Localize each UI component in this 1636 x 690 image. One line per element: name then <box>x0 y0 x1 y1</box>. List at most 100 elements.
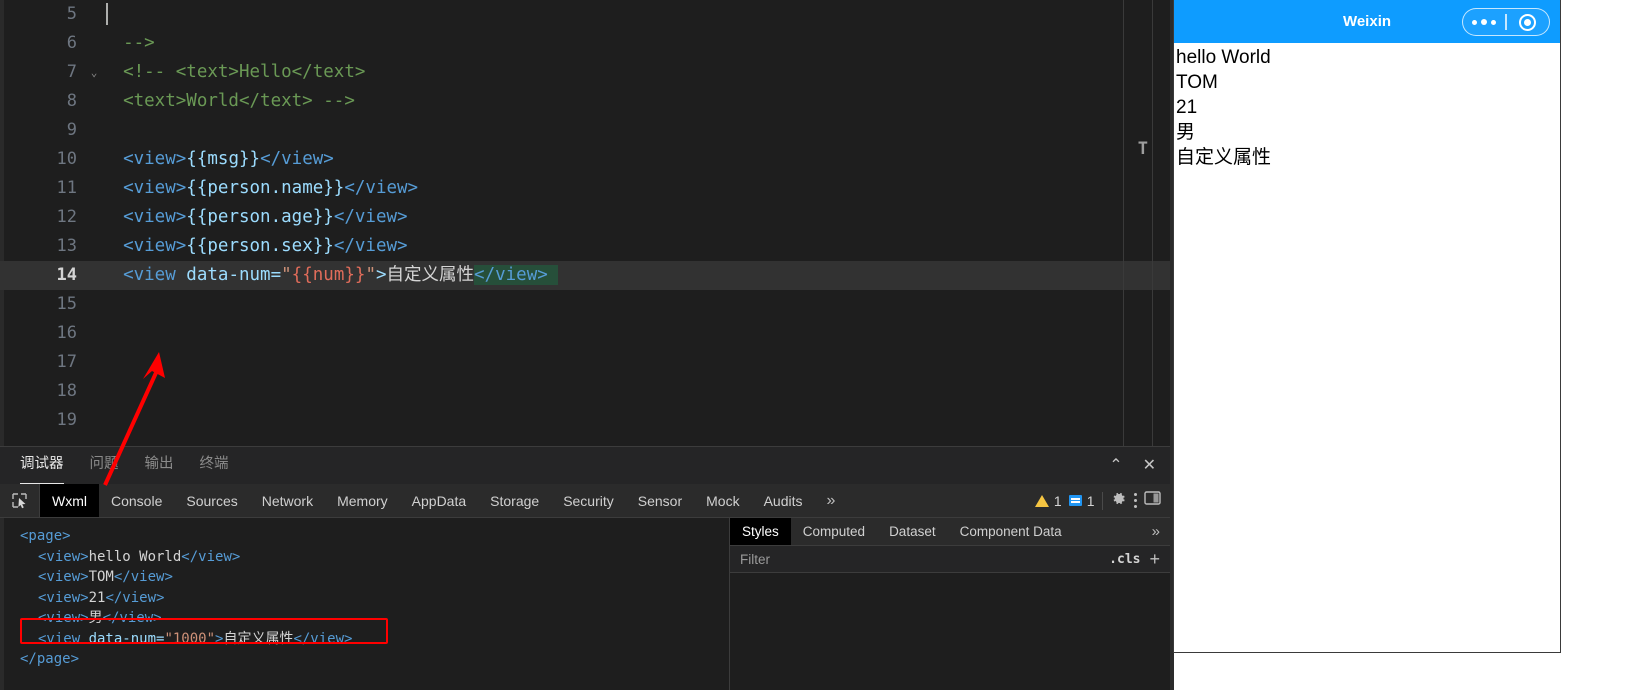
editor-line[interactable]: 9 <box>0 116 1170 145</box>
devtools-tab-memory[interactable]: Memory <box>325 484 400 517</box>
devtools-tab-wxml[interactable]: Wxml <box>40 484 99 517</box>
editor-line[interactable]: 14 <view data-num="{{num}}">自定义属性</view> <box>0 261 1170 290</box>
wxml-tree-node[interactable]: <view data-num="1000">自定义属性</view> <box>8 629 729 650</box>
editor-line-number: 16 <box>56 323 77 343</box>
editor-line[interactable]: 17 <box>0 348 1170 377</box>
styles-overflow-icon[interactable]: » <box>1142 518 1170 545</box>
wxml-tree-node[interactable]: <view>hello World</view> <box>8 547 729 568</box>
devtools-tab-mock[interactable]: Mock <box>694 484 751 517</box>
panel-tab-debugger[interactable]: 调试器 <box>20 449 64 485</box>
devtools-overflow-icon[interactable]: » <box>815 484 848 517</box>
more-dots-icon[interactable] <box>1463 18 1505 26</box>
code-editor[interactable]: 5 6 --> 7 ⌄ <!-- <text>Hello</text> 8 <text>… <box>0 0 1170 446</box>
wxml-tree-node[interactable]: <page> <box>8 526 729 547</box>
editor-line[interactable]: 5 <box>0 0 1170 29</box>
panel-actions: ⌃ ✕ <box>1109 447 1156 485</box>
kebab-menu-icon[interactable] <box>1133 492 1137 509</box>
debugger-panel-titlebar: 调试器 问题 输出 终端 ⌃ ✕ <box>0 446 1170 485</box>
editor-line-number: 14 <box>56 265 77 285</box>
editor-line[interactable]: 6 --> <box>0 29 1170 58</box>
new-style-rule-button[interactable]: + <box>1149 550 1170 568</box>
editor-code-area[interactable]: 5 6 --> 7 ⌄ <!-- <text>Hello</text> 8 <text>… <box>0 0 1170 435</box>
editor-line[interactable]: 18 <box>0 377 1170 406</box>
styles-filter-input[interactable] <box>730 551 1101 567</box>
left-column: 5 6 --> 7 ⌄ <!-- <text>Hello</text> 8 <text>… <box>0 0 1170 690</box>
panel-tab-output[interactable]: 输出 <box>145 449 174 483</box>
panel-tab-problems[interactable]: 问题 <box>90 449 119 483</box>
editor-line-number: 12 <box>56 207 77 227</box>
styles-filter-bar: .cls + <box>730 546 1170 573</box>
styles-tab-component-data[interactable]: Component Data <box>948 518 1074 545</box>
editor-overview-marker: T <box>1137 139 1148 159</box>
messages-badge[interactable]: 1 <box>1068 492 1095 509</box>
editor-line-text: <view data-num="{{num}}">自定义属性</view> <box>102 261 559 290</box>
editor-line-number: 15 <box>56 294 77 314</box>
toggle-class-button[interactable]: .cls <box>1100 552 1149 567</box>
devtools-body: <page> <view>hello World</view> <view>TOM<… <box>0 518 1170 690</box>
simulator-view-line: hello World <box>1176 47 1271 68</box>
devtools-tab-sources[interactable]: Sources <box>174 484 249 517</box>
devtools-tabbar: Wxml Console Sources Network Memory AppData St… <box>0 484 1170 518</box>
simulator-column: Weixin hello World TOM 21 男自定义属性 <box>1170 0 1636 690</box>
target-circle-icon[interactable] <box>1507 13 1549 31</box>
editor-line-number: 18 <box>56 381 77 401</box>
wxml-tree-node[interactable]: <view>男</view> <box>8 608 729 629</box>
devtools-tab-console[interactable]: Console <box>99 484 174 517</box>
gear-icon[interactable] <box>1110 490 1127 512</box>
warning-triangle-icon <box>1034 494 1049 507</box>
inspect-element-icon[interactable] <box>0 484 40 517</box>
wxml-tree-node[interactable]: <view>21</view> <box>8 588 729 609</box>
styles-tab-dataset[interactable]: Dataset <box>877 518 948 545</box>
styles-pane: StylesComputedDatasetComponent Data » .c… <box>730 518 1170 690</box>
devtools-tab-sensor[interactable]: Sensor <box>626 484 694 517</box>
dock-side-icon[interactable] <box>1144 490 1162 511</box>
simulator-screen: hello World TOM 21 男自定义属性 <box>1174 43 1560 652</box>
wxml-tree-node[interactable]: <view>TOM</view> <box>8 567 729 588</box>
devtools-tab-storage[interactable]: Storage <box>478 484 551 517</box>
devtools-tab-appdata[interactable]: AppData <box>400 484 478 517</box>
panel-tab-terminal[interactable]: 终端 <box>200 449 229 483</box>
wxml-tree-node[interactable]: </page> <box>8 649 729 670</box>
devtools-right-actions: 1 1 <box>1034 484 1170 517</box>
wxml-tree-pane[interactable]: <page> <view>hello World</view> <view>TOM<… <box>0 518 730 690</box>
editor-line-text: <view>{{person.name}}</view> <box>123 178 419 198</box>
editor-line-text: <text>World</text> --> <box>102 91 355 111</box>
editor-line-number: 10 <box>56 149 77 169</box>
warnings-count: 1 <box>1053 492 1062 509</box>
editor-line-number: 17 <box>56 352 77 372</box>
chevron-up-icon[interactable]: ⌃ <box>1109 458 1122 474</box>
editor-line-number: 7 <box>66 62 77 82</box>
editor-line[interactable]: 7 ⌄ <!-- <text>Hello</text> <box>0 58 1170 87</box>
capsule-button-group[interactable] <box>1462 8 1550 36</box>
devtools-tab-security[interactable]: Security <box>551 484 626 517</box>
editor-line-text: <view>{{person.sex}}</view> <box>123 236 408 256</box>
editor-line-number: 13 <box>56 236 77 256</box>
editor-line[interactable]: 8 <text>World</text> --> <box>0 87 1170 116</box>
editor-vertical-rule-2 <box>1152 0 1153 446</box>
editor-line[interactable]: 10 <view>{{msg}}</view> <box>0 145 1170 174</box>
editor-line[interactable]: 19 <box>0 406 1170 435</box>
simulator-bottom-strip <box>1174 652 1636 690</box>
simulator-view-line: 男 <box>1176 122 1196 143</box>
editor-line[interactable]: 12 <view>{{person.age}}</view> <box>0 203 1170 232</box>
editor-line-text: <view>{{person.age}}</view> <box>123 207 408 227</box>
devtools-tab-network[interactable]: Network <box>250 484 325 517</box>
fold-chevron-icon[interactable]: ⌄ <box>86 58 102 87</box>
editor-line[interactable]: 11 <view>{{person.name}}</view> <box>0 174 1170 203</box>
editor-line[interactable]: 15 <box>0 290 1170 319</box>
simulator-view-line: TOM <box>1176 72 1218 93</box>
simulator-device: Weixin hello World TOM 21 男自定义属性 <box>1174 0 1560 652</box>
devtools-tab-audits[interactable]: Audits <box>752 484 815 517</box>
simulator-view-line: 自定义属性 <box>1176 147 1272 168</box>
wechat-devtools-window: 5 6 --> 7 ⌄ <!-- <text>Hello</text> 8 <text>… <box>0 0 1636 690</box>
styles-tab-computed[interactable]: Computed <box>791 518 877 545</box>
editor-line[interactable]: 16 <box>0 319 1170 348</box>
simulator-view-line: 21 <box>1176 97 1198 118</box>
close-icon[interactable]: ✕ <box>1143 458 1156 474</box>
messages-count: 1 <box>1086 492 1095 509</box>
warnings-badge[interactable]: 1 <box>1034 492 1062 509</box>
styles-tab-styles[interactable]: Styles <box>730 518 791 545</box>
editor-line[interactable]: 13 <view>{{person.sex}}</view> <box>0 232 1170 261</box>
simulator-background <box>1560 0 1636 690</box>
editor-line-number: 19 <box>56 410 77 430</box>
